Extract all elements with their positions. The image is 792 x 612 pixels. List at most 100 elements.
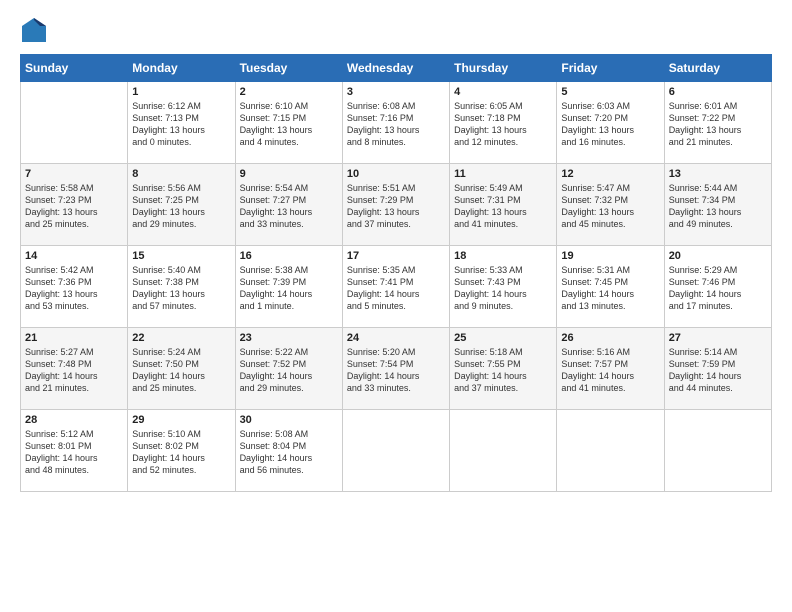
header-day-monday: Monday xyxy=(128,55,235,82)
day-number: 9 xyxy=(240,168,338,180)
day-info: Sunrise: 5:18 AMSunset: 7:55 PMDaylight:… xyxy=(454,346,552,395)
day-number: 20 xyxy=(669,250,767,262)
day-number: 25 xyxy=(454,332,552,344)
day-number: 8 xyxy=(132,168,230,180)
calendar-cell: 28 Sunrise: 5:12 AMSunset: 8:01 PMDayligh… xyxy=(21,410,128,492)
day-info: Sunrise: 5:10 AMSunset: 8:02 PMDaylight:… xyxy=(132,428,230,477)
week-row-4: 21 Sunrise: 5:27 AMSunset: 7:48 PMDayligh… xyxy=(21,328,772,410)
logo-icon xyxy=(20,16,48,44)
day-info: Sunrise: 5:27 AMSunset: 7:48 PMDaylight:… xyxy=(25,346,123,395)
calendar-cell: 29 Sunrise: 5:10 AMSunset: 8:02 PMDayligh… xyxy=(128,410,235,492)
day-info: Sunrise: 5:44 AMSunset: 7:34 PMDaylight:… xyxy=(669,182,767,231)
day-info: Sunrise: 5:31 AMSunset: 7:45 PMDaylight:… xyxy=(561,264,659,313)
day-info: Sunrise: 5:40 AMSunset: 7:38 PMDaylight:… xyxy=(132,264,230,313)
calendar-cell: 14 Sunrise: 5:42 AMSunset: 7:36 PMDayligh… xyxy=(21,246,128,328)
calendar-cell: 6 Sunrise: 6:01 AMSunset: 7:22 PMDaylight… xyxy=(664,82,771,164)
calendar-cell: 7 Sunrise: 5:58 AMSunset: 7:23 PMDaylight… xyxy=(21,164,128,246)
calendar-cell: 19 Sunrise: 5:31 AMSunset: 7:45 PMDayligh… xyxy=(557,246,664,328)
calendar-cell: 17 Sunrise: 5:35 AMSunset: 7:41 PMDayligh… xyxy=(342,246,449,328)
day-info: Sunrise: 5:38 AMSunset: 7:39 PMDaylight:… xyxy=(240,264,338,313)
day-number: 6 xyxy=(669,86,767,98)
calendar-cell: 20Sunrise: 5:29 AMSunset: 7:46 PMDayligh… xyxy=(664,246,771,328)
calendar-cell: 26 Sunrise: 5:16 AMSunset: 7:57 PMDayligh… xyxy=(557,328,664,410)
day-info: Sunrise: 6:03 AMSunset: 7:20 PMDaylight:… xyxy=(561,100,659,149)
day-number: 30 xyxy=(240,414,338,426)
day-info: Sunrise: 5:35 AMSunset: 7:41 PMDaylight:… xyxy=(347,264,445,313)
day-info: Sunrise: 6:01 AMSunset: 7:22 PMDaylight:… xyxy=(669,100,767,149)
header-day-sunday: Sunday xyxy=(21,55,128,82)
day-number: 14 xyxy=(25,250,123,262)
day-number: 7 xyxy=(25,168,123,180)
day-number: 24 xyxy=(347,332,445,344)
header-row: SundayMondayTuesdayWednesdayThursdayFrid… xyxy=(21,55,772,82)
day-number: 17 xyxy=(347,250,445,262)
day-number: 10 xyxy=(347,168,445,180)
calendar-cell: 24 Sunrise: 5:20 AMSunset: 7:54 PMDayligh… xyxy=(342,328,449,410)
day-number: 15 xyxy=(132,250,230,262)
calendar-cell xyxy=(21,82,128,164)
day-info: Sunrise: 5:33 AMSunset: 7:43 PMDaylight:… xyxy=(454,264,552,313)
calendar-cell: 10 Sunrise: 5:51 AMSunset: 7:29 PMDayligh… xyxy=(342,164,449,246)
week-row-3: 14 Sunrise: 5:42 AMSunset: 7:36 PMDayligh… xyxy=(21,246,772,328)
day-info: Sunrise: 5:54 AMSunset: 7:27 PMDaylight:… xyxy=(240,182,338,231)
calendar-cell: 15 Sunrise: 5:40 AMSunset: 7:38 PMDayligh… xyxy=(128,246,235,328)
day-info: Sunrise: 6:10 AMSunset: 7:15 PMDaylight:… xyxy=(240,100,338,149)
calendar-cell: 4 Sunrise: 6:05 AMSunset: 7:18 PMDaylight… xyxy=(450,82,557,164)
day-number: 21 xyxy=(25,332,123,344)
week-row-1: 1Sunrise: 6:12 AMSunset: 7:13 PMDaylight… xyxy=(21,82,772,164)
calendar-cell: 18 Sunrise: 5:33 AMSunset: 7:43 PMDayligh… xyxy=(450,246,557,328)
day-number: 22 xyxy=(132,332,230,344)
calendar-cell: 22 Sunrise: 5:24 AMSunset: 7:50 PMDayligh… xyxy=(128,328,235,410)
calendar-cell: 12 Sunrise: 5:47 AMSunset: 7:32 PMDayligh… xyxy=(557,164,664,246)
day-number: 27 xyxy=(669,332,767,344)
calendar-cell xyxy=(664,410,771,492)
day-info: Sunrise: 5:16 AMSunset: 7:57 PMDaylight:… xyxy=(561,346,659,395)
day-number: 18 xyxy=(454,250,552,262)
calendar-header: SundayMondayTuesdayWednesdayThursdayFrid… xyxy=(21,55,772,82)
header-day-wednesday: Wednesday xyxy=(342,55,449,82)
calendar-cell: 30Sunrise: 5:08 AMSunset: 8:04 PMDayligh… xyxy=(235,410,342,492)
day-info: Sunrise: 6:08 AMSunset: 7:16 PMDaylight:… xyxy=(347,100,445,149)
week-row-2: 7 Sunrise: 5:58 AMSunset: 7:23 PMDaylight… xyxy=(21,164,772,246)
day-info: Sunrise: 5:51 AMSunset: 7:29 PMDaylight:… xyxy=(347,182,445,231)
day-number: 19 xyxy=(561,250,659,262)
day-info: Sunrise: 5:20 AMSunset: 7:54 PMDaylight:… xyxy=(347,346,445,395)
day-info: Sunrise: 5:42 AMSunset: 7:36 PMDaylight:… xyxy=(25,264,123,313)
calendar-cell: 1Sunrise: 6:12 AMSunset: 7:13 PMDaylight… xyxy=(128,82,235,164)
day-number: 16 xyxy=(240,250,338,262)
day-info: Sunrise: 5:56 AMSunset: 7:25 PMDaylight:… xyxy=(132,182,230,231)
calendar-cell: 25 Sunrise: 5:18 AMSunset: 7:55 PMDayligh… xyxy=(450,328,557,410)
day-number: 23 xyxy=(240,332,338,344)
day-info: Sunrise: 5:49 AMSunset: 7:31 PMDaylight:… xyxy=(454,182,552,231)
day-info: Sunrise: 5:58 AMSunset: 7:23 PMDaylight:… xyxy=(25,182,123,231)
calendar-cell: 8 Sunrise: 5:56 AMSunset: 7:25 PMDaylight… xyxy=(128,164,235,246)
day-info: Sunrise: 5:47 AMSunset: 7:32 PMDaylight:… xyxy=(561,182,659,231)
calendar-body: 1Sunrise: 6:12 AMSunset: 7:13 PMDaylight… xyxy=(21,82,772,492)
day-info: Sunrise: 6:05 AMSunset: 7:18 PMDaylight:… xyxy=(454,100,552,149)
header-day-tuesday: Tuesday xyxy=(235,55,342,82)
calendar-cell xyxy=(450,410,557,492)
day-number: 29 xyxy=(132,414,230,426)
week-row-5: 28 Sunrise: 5:12 AMSunset: 8:01 PMDayligh… xyxy=(21,410,772,492)
page: SundayMondayTuesdayWednesdayThursdayFrid… xyxy=(0,0,792,502)
day-number: 5 xyxy=(561,86,659,98)
day-info: Sunrise: 5:12 AMSunset: 8:01 PMDaylight:… xyxy=(25,428,123,477)
day-number: 26 xyxy=(561,332,659,344)
calendar-cell xyxy=(557,410,664,492)
header-day-thursday: Thursday xyxy=(450,55,557,82)
day-number: 2 xyxy=(240,86,338,98)
logo xyxy=(20,16,52,44)
calendar-table: SundayMondayTuesdayWednesdayThursdayFrid… xyxy=(20,54,772,492)
day-number: 1 xyxy=(132,86,230,98)
calendar-cell: 9 Sunrise: 5:54 AMSunset: 7:27 PMDaylight… xyxy=(235,164,342,246)
day-number: 4 xyxy=(454,86,552,98)
calendar-cell: 11Sunrise: 5:49 AMSunset: 7:31 PMDayligh… xyxy=(450,164,557,246)
calendar-cell: 21 Sunrise: 5:27 AMSunset: 7:48 PMDayligh… xyxy=(21,328,128,410)
calendar-cell xyxy=(342,410,449,492)
header xyxy=(20,16,772,44)
calendar-cell: 23Sunrise: 5:22 AMSunset: 7:52 PMDayligh… xyxy=(235,328,342,410)
day-number: 28 xyxy=(25,414,123,426)
day-info: Sunrise: 5:24 AMSunset: 7:50 PMDaylight:… xyxy=(132,346,230,395)
day-number: 12 xyxy=(561,168,659,180)
day-info: Sunrise: 5:14 AMSunset: 7:59 PMDaylight:… xyxy=(669,346,767,395)
